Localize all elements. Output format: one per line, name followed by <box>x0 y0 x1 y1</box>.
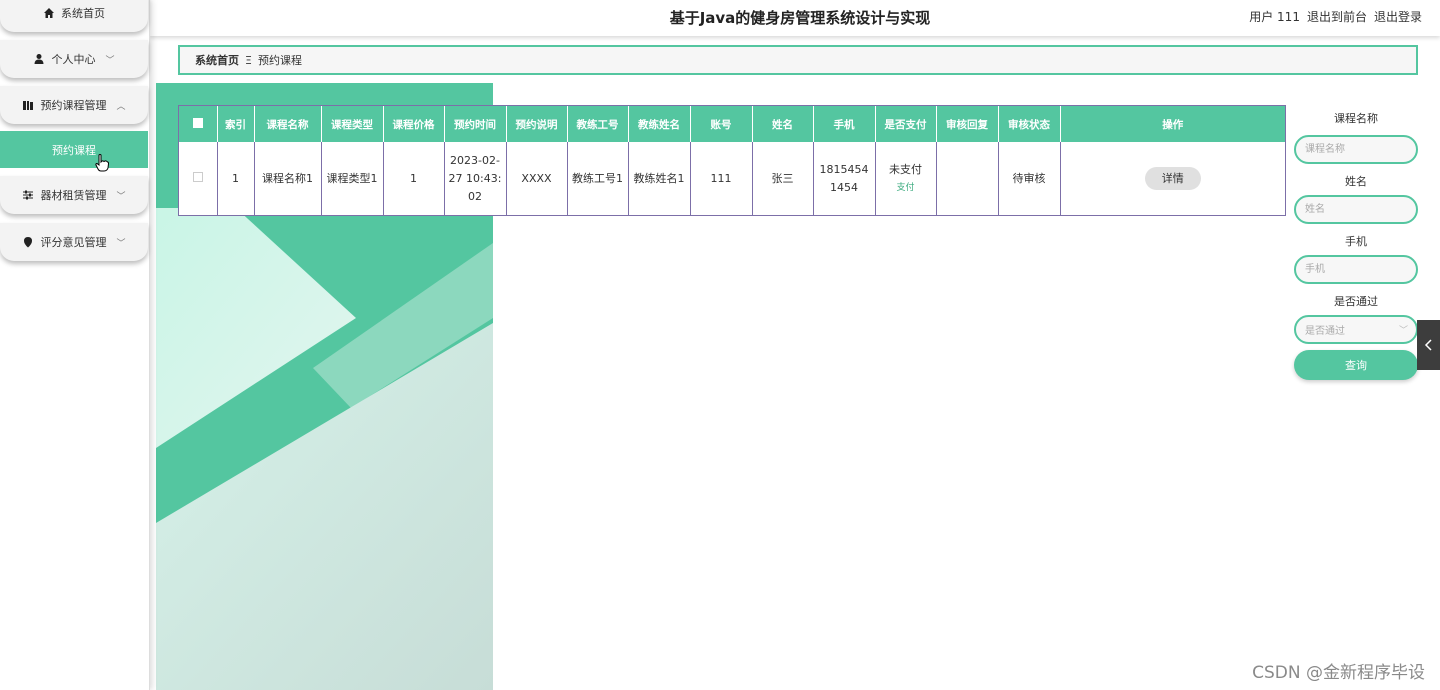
cell-coach-name: 教练姓名1 <box>628 142 691 215</box>
breadcrumb-separator: Ξ <box>245 53 252 67</box>
column-header: 课程类型 <box>321 106 384 142</box>
cell-action: 详情 <box>1060 142 1285 215</box>
search-panel: 课程名称 姓名 手机 是否通过 是否通过 ﹀ 查询 <box>1294 110 1418 380</box>
hand-cursor-icon <box>95 154 110 176</box>
sidebar-item-label: 器材租赁管理 <box>40 189 107 202</box>
sidebar-item-label: 评分意见管理 <box>40 236 107 249</box>
chevron-down-icon: ﹀ <box>116 191 126 202</box>
home-icon <box>43 7 55 19</box>
cell-paid: 未支付 支付 <box>875 142 937 215</box>
column-header: 预约时间 <box>444 106 507 142</box>
location-pin-icon <box>22 236 34 248</box>
column-header: 预约说明 <box>506 106 568 142</box>
sidebar-item-label: 个人中心 <box>51 53 96 66</box>
phone-input[interactable] <box>1294 255 1418 284</box>
column-header: 姓名 <box>752 106 814 142</box>
top-header: 基于Java的健身房管理系统设计与实现 用户 111 退出到前台 退出登录 <box>150 0 1440 36</box>
back-to-front-link[interactable]: 退出到前台 <box>1307 8 1367 25</box>
breadcrumb-current: 预约课程 <box>257 54 302 67</box>
row-checkbox[interactable] <box>192 171 203 182</box>
cell-phone: 18154541454 <box>813 142 876 215</box>
watermark: CSDN @金新程序毕设 <box>1252 663 1425 683</box>
sidebar-item-profile[interactable]: 个人中心 ﹀ <box>0 40 148 78</box>
booking-table: 索引 课程名称 课程类型 课程价格 预约时间 预约说明 教练工号 教练姓名 账号… <box>178 105 1286 216</box>
book-icon <box>22 99 34 111</box>
pay-link[interactable]: 支付 <box>879 179 933 197</box>
pass-select-placeholder: 是否通过 <box>1305 326 1345 337</box>
logout-link[interactable]: 退出登录 <box>1374 8 1422 25</box>
breadcrumb: 系统首页 Ξ 预约课程 <box>178 45 1418 75</box>
sidebar-item-label: 系统首页 <box>61 7 105 20</box>
name-label: 姓名 <box>1345 175 1367 188</box>
column-header: 教练工号 <box>567 106 629 142</box>
select-all-checkbox[interactable] <box>192 117 203 128</box>
sidebar-subitem-booked-course[interactable]: 预约课程 <box>0 131 148 168</box>
chevron-down-icon: ﹀ <box>105 55 115 66</box>
breadcrumb-home[interactable]: 系统首页 <box>195 52 239 68</box>
cell-reply <box>936 142 999 215</box>
cell-account: 111 <box>690 142 753 215</box>
course-name-label: 课程名称 <box>1334 112 1378 125</box>
table-header-row: 索引 课程名称 课程类型 课程价格 预约时间 预约说明 教练工号 教练姓名 账号… <box>179 106 1285 142</box>
cell-name: 张三 <box>752 142 814 215</box>
chevron-left-icon <box>1424 336 1434 355</box>
column-header: 操作 <box>1060 106 1285 142</box>
cell-time: 2023-02-27 10:43:02 <box>444 142 507 215</box>
row-select-cell[interactable] <box>179 142 218 215</box>
phone-label: 手机 <box>1345 235 1367 248</box>
sidebar-item-equipment[interactable]: 器材租赁管理 ﹀ <box>0 176 148 214</box>
pass-label: 是否通过 <box>1334 295 1378 308</box>
sidebar-subitem-label: 预约课程 <box>52 143 96 157</box>
column-header: 课程名称 <box>254 106 322 142</box>
column-header: 是否支付 <box>875 106 937 142</box>
column-header: 账号 <box>690 106 753 142</box>
cell-desc: XXXX <box>506 142 568 215</box>
sidebar-item-booking[interactable]: 预约课程管理 ︿ <box>0 86 148 124</box>
page-title: 基于Java的健身房管理系统设计与实现 <box>669 9 931 27</box>
user-icon <box>33 53 45 65</box>
cell-course-name: 课程名称1 <box>254 142 322 215</box>
paid-status: 未支付 <box>889 162 922 176</box>
chevron-down-icon: ﹀ <box>1398 326 1408 336</box>
column-header: 审核状态 <box>998 106 1061 142</box>
select-all-header[interactable] <box>179 106 218 142</box>
cell-course-type: 课程类型1 <box>321 142 384 215</box>
sidebar-item-feedback[interactable]: 评分意见管理 ﹀ <box>0 223 148 261</box>
sliders-icon <box>22 189 34 201</box>
course-name-input[interactable] <box>1294 135 1418 164</box>
sidebar-item-home[interactable]: 系统首页 <box>0 0 148 32</box>
cell-index: 1 <box>217 142 255 215</box>
name-input[interactable] <box>1294 195 1418 224</box>
query-button[interactable]: 查询 <box>1294 350 1418 380</box>
sidebar-item-label: 预约课程管理 <box>40 99 107 112</box>
column-header: 手机 <box>813 106 876 142</box>
column-header: 索引 <box>217 106 255 142</box>
cell-price: 1 <box>383 142 445 215</box>
column-header: 教练姓名 <box>628 106 691 142</box>
side-panel-toggle[interactable] <box>1417 320 1440 370</box>
sidebar: 系统首页 个人中心 ﹀ 预约课程管理 ︿ 预约课程 器材租赁管理 ﹀ 评分意见管… <box>0 0 150 690</box>
column-header: 课程价格 <box>383 106 445 142</box>
column-header: 审核回复 <box>936 106 999 142</box>
cell-coach-id: 教练工号1 <box>567 142 629 215</box>
detail-button[interactable]: 详情 <box>1144 167 1201 190</box>
user-label: 用户 111 <box>1249 10 1300 24</box>
pass-select[interactable]: 是否通过 ﹀ <box>1294 315 1418 344</box>
user-box: 用户 111 退出到前台 退出登录 <box>1249 8 1422 25</box>
cell-status: 待审核 <box>998 142 1061 215</box>
chevron-up-icon: ︿ <box>116 101 126 112</box>
table-row: 1 课程名称1 课程类型1 1 2023-02-27 10:43:02 XXXX… <box>179 142 1285 215</box>
chevron-down-icon: ﹀ <box>116 238 126 249</box>
